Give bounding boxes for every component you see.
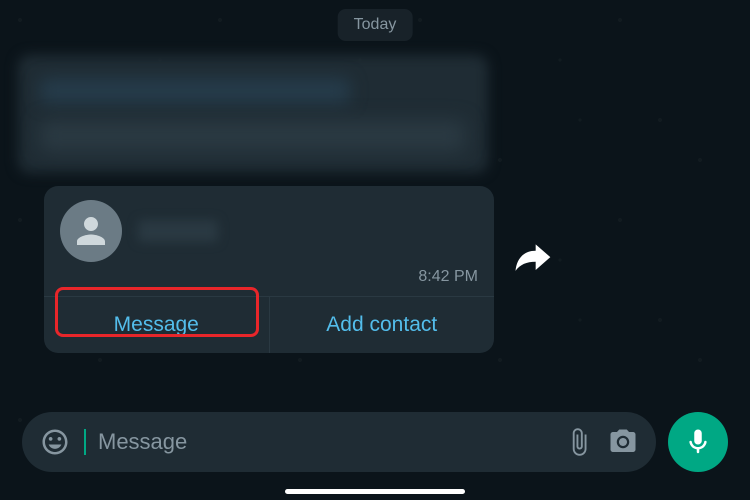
emoji-button[interactable]	[40, 427, 70, 457]
message-bubble-redacted	[18, 55, 488, 173]
microphone-icon	[683, 427, 713, 457]
text-cursor	[84, 429, 86, 455]
add-contact-button[interactable]: Add contact	[270, 297, 495, 353]
date-separator: Today	[338, 9, 413, 41]
contact-share-card: 8:42 PM Message Add contact	[44, 186, 494, 353]
redacted-text	[40, 120, 465, 152]
contact-name-redacted	[138, 220, 218, 242]
camera-icon	[608, 427, 638, 457]
home-indicator	[285, 489, 465, 494]
message-timestamp: 8:42 PM	[44, 268, 494, 296]
avatar[interactable]	[60, 200, 122, 262]
message-input-container	[22, 412, 656, 472]
person-icon	[70, 210, 112, 252]
redacted-text	[40, 78, 350, 104]
message-input[interactable]	[98, 429, 550, 455]
attach-button[interactable]	[564, 427, 594, 457]
message-input-bar	[22, 412, 728, 472]
camera-button[interactable]	[608, 427, 638, 457]
voice-message-button[interactable]	[668, 412, 728, 472]
paperclip-icon	[564, 427, 594, 457]
forward-button[interactable]	[510, 237, 554, 286]
forward-icon	[510, 237, 554, 281]
message-button[interactable]: Message	[44, 297, 270, 353]
emoji-icon	[40, 427, 70, 457]
